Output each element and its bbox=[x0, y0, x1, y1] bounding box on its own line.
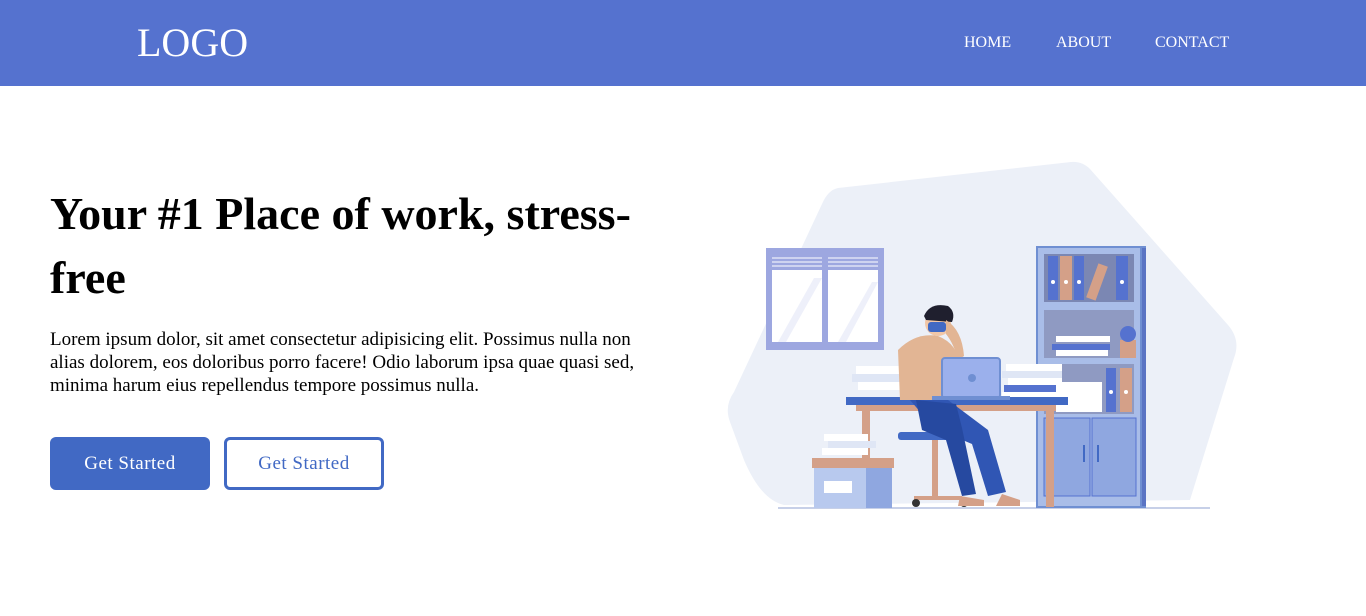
nav-about-link[interactable]: ABOUT bbox=[1056, 33, 1111, 53]
office-worker-illustration bbox=[727, 161, 1237, 509]
laptop bbox=[932, 357, 1010, 400]
hero-description: Lorem ipsum dolor, sit amet consectetur … bbox=[50, 329, 635, 396]
nav-contact-link[interactable]: CONTACT bbox=[1155, 33, 1229, 53]
nav-links: HOME ABOUT CONTACT bbox=[0, 33, 1366, 53]
nav-home-link[interactable]: HOME bbox=[964, 33, 1011, 53]
get-started-outline-button[interactable]: Get Started bbox=[224, 437, 384, 490]
window bbox=[766, 248, 884, 350]
hero-title: Your #1 Place of work, stress-free bbox=[50, 188, 631, 303]
navbar: LOGO HOME ABOUT CONTACT bbox=[0, 0, 1366, 86]
get-started-button[interactable]: Get Started bbox=[50, 437, 210, 490]
